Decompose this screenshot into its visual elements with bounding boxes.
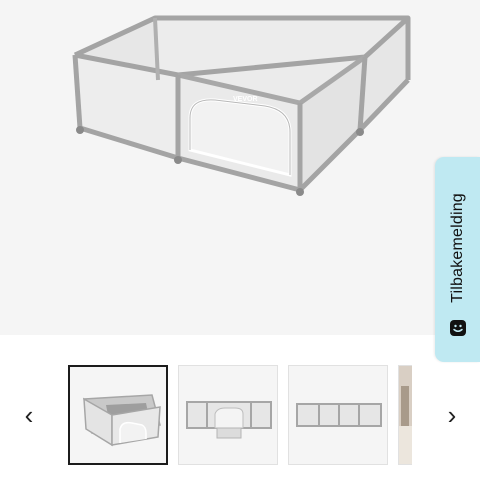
thumbnail-image bbox=[83, 394, 161, 447]
chevron-right-icon[interactable]: › bbox=[440, 398, 464, 432]
playpen-illustration: VEVOR bbox=[72, 15, 411, 196]
smiley-chat-icon[interactable] bbox=[449, 319, 467, 337]
brand-mark: VEVOR bbox=[233, 96, 258, 103]
feedback-label[interactable]: Tilbakemelding bbox=[449, 193, 467, 303]
thumbnail-4[interactable] bbox=[398, 365, 412, 465]
thumbnail-image bbox=[296, 403, 382, 427]
product-main-image[interactable]: VEVOR bbox=[0, 0, 480, 335]
thumbnail-image bbox=[399, 366, 412, 464]
thumbnail-2[interactable] bbox=[178, 365, 278, 465]
thumbnail-1[interactable] bbox=[68, 365, 168, 465]
thumbnail-3[interactable] bbox=[288, 365, 388, 465]
chevron-left-icon[interactable]: ‹ bbox=[17, 398, 41, 432]
thumbnail-image bbox=[186, 401, 272, 439]
